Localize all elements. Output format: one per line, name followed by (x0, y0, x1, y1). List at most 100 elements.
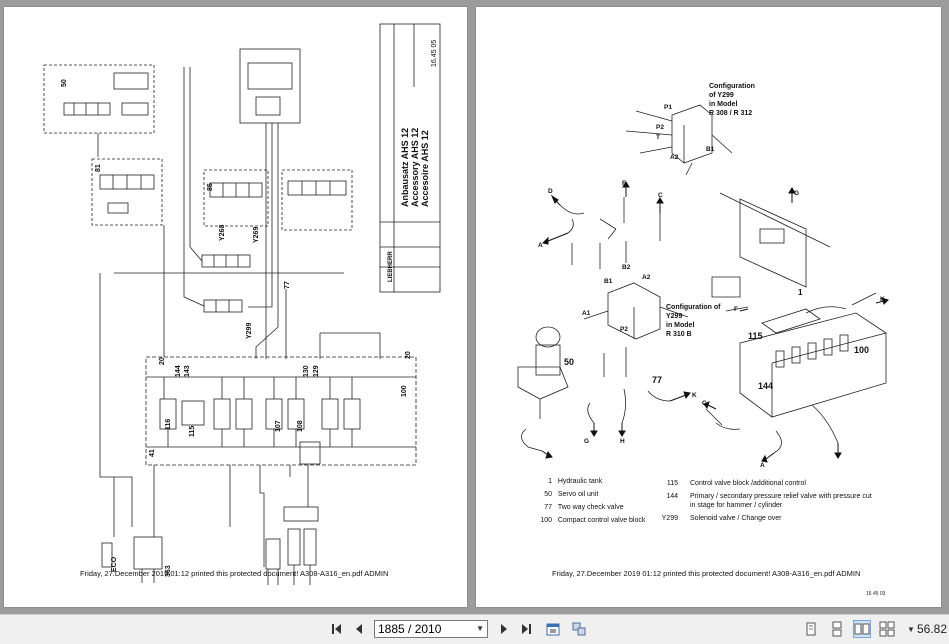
single-page-icon (806, 622, 816, 636)
callout-g-top: G (794, 190, 799, 197)
left-document-page: Y268 Y269 Y299 77 20 20 100 130 129 144 … (4, 7, 467, 607)
label-20a: 20 (159, 357, 166, 365)
config-mid-line-3: in Model (666, 322, 694, 329)
callout-a2-mid: A2 (642, 274, 651, 281)
title-line-2: Accessory AHS 12 (410, 128, 420, 207)
config-mid-line-2: Y299 (666, 313, 682, 320)
next-page-button[interactable] (496, 621, 512, 637)
navigation-toolbar: 1885 / 2010 ▼ ▼ 56.82 (0, 614, 949, 644)
callout-a-lower: A (760, 462, 765, 469)
single-page-view-button[interactable] (803, 621, 819, 637)
callout-b1-top: B1 (706, 146, 715, 153)
label-116: 116 (165, 419, 172, 430)
first-page-icon (332, 624, 341, 634)
dropdown-arrow-icon: ▼ (476, 624, 484, 633)
callout-1: 1 (798, 288, 803, 297)
callout-b2: B2 (622, 264, 631, 271)
callout-k-lower: K (692, 392, 697, 399)
callout-f-right: F (734, 306, 738, 313)
page-indicator: 1885 / 2010 (378, 622, 442, 636)
title-line-3: Accesoire AHS 12 (420, 130, 430, 207)
legend-item: 1 Hydraulic tank (548, 478, 603, 485)
last-page-button[interactable] (518, 621, 534, 637)
right-document-page: Configuration of Y299 in Model R 308 / R… (476, 7, 941, 607)
config-top-line-4: R 308 / R 312 (709, 110, 752, 117)
zoom-level[interactable]: 56.82 (917, 622, 947, 636)
callout-a1-mid: A1 (582, 310, 591, 317)
callout-g-lower: G (584, 438, 589, 445)
config-top-line-3: in Model (709, 101, 737, 108)
callout-k-right: K (880, 296, 885, 303)
brand-logo: LIEBHERR (388, 251, 394, 282)
label-y268: Y268 (219, 225, 226, 241)
page-code: 16 45 03 (866, 591, 886, 597)
callout-115: 115 (748, 331, 763, 341)
callout-b1-mid: B1 (604, 278, 613, 285)
two-page-view-button[interactable] (853, 620, 871, 638)
callout-p2-top: P2 (656, 124, 664, 131)
first-page-button[interactable] (329, 621, 345, 637)
left-page-footer: Friday, 27.December 2019 01:12 printed t… (80, 569, 389, 578)
config-top-line-1: Configuration (709, 83, 755, 90)
label-81: 81 (95, 164, 102, 172)
callout-c-lower: C (702, 400, 707, 407)
legend-item: Y299 Solenoid valve / Change over (661, 515, 782, 522)
label-77: 77 (284, 281, 291, 289)
hydraulic-schematic: Y268 Y269 Y299 77 20 20 100 130 129 144 … (43, 23, 441, 585)
page-selector[interactable]: 1885 / 2010 ▼ (374, 620, 488, 638)
legend-right-column: 115 Control valve block /additional contr… (660, 479, 876, 523)
label-143: 143 (184, 365, 191, 377)
callout-f-top: F (622, 180, 626, 187)
label-41: 41 (149, 449, 156, 457)
callout-d: D (548, 188, 553, 195)
label-108: 108 (297, 420, 304, 432)
label-50: 50 (61, 79, 68, 87)
legend-item: 115 Control valve block /additional contr… (666, 480, 806, 487)
label-y299: Y299 (246, 323, 253, 339)
zoom-arrow-icon: ▼ (907, 624, 915, 634)
label-y269: Y269 (253, 227, 260, 243)
label-115: 115 (189, 426, 196, 437)
previous-page-icon (356, 624, 362, 634)
continuous-page-icon (832, 621, 842, 637)
config-top-line-2: of Y299 (709, 92, 734, 99)
two-page-continuous-button[interactable] (879, 621, 895, 637)
legend-item: 144 Primary / secondary pressure relief v… (666, 493, 872, 509)
config-mid-line-1: Configuration of (666, 304, 721, 311)
label-100: 100 (401, 385, 408, 397)
doc-number: 16.45 05 (431, 40, 438, 67)
callout-t: T (656, 134, 660, 141)
callout-a-left: A (538, 242, 543, 249)
label-20b: 20 (405, 351, 412, 359)
thumbnails-icon (572, 622, 586, 636)
next-page-icon (501, 624, 507, 634)
last-page-icon (522, 624, 531, 634)
title-line-1: Anbausatz AHS 12 (400, 128, 410, 207)
two-page-icon (854, 623, 870, 635)
two-page-continuous-icon (879, 621, 895, 637)
callout-h: H (620, 438, 625, 445)
callout-100: 100 (854, 345, 869, 355)
callout-p2-mid: P2 (620, 326, 628, 333)
right-page-footer: Friday, 27.December 2019 01:12 printed t… (552, 569, 861, 578)
label-130: 130 (303, 365, 310, 377)
continuous-view-button[interactable] (829, 621, 845, 637)
label-144: 144 (175, 365, 182, 377)
callout-77: 77 (652, 375, 662, 385)
legend-left-column: 1 Hydraulic tank 50 Servo oil unit 77 Tw… (530, 477, 650, 525)
legend-item: 100 Compact control valve block (540, 517, 646, 524)
previous-page-button[interactable] (351, 621, 367, 637)
thumbnails-button[interactable] (571, 621, 587, 637)
callout-50: 50 (564, 357, 574, 367)
label-85: 85 (207, 183, 214, 191)
legend-item: 50 Servo oil unit (544, 491, 599, 498)
label-107: 107 (275, 420, 282, 432)
callout-p1: P1 (664, 104, 672, 111)
callout-144: 144 (758, 381, 773, 391)
go-to-page-button[interactable] (545, 621, 561, 637)
legend-item: 77 Two way check valve (544, 504, 624, 511)
config-mid-line-4: R 310 B (666, 331, 692, 338)
label-129: 129 (313, 365, 320, 377)
callout-c-top: C (658, 192, 663, 199)
calendar-page-icon (546, 623, 560, 636)
